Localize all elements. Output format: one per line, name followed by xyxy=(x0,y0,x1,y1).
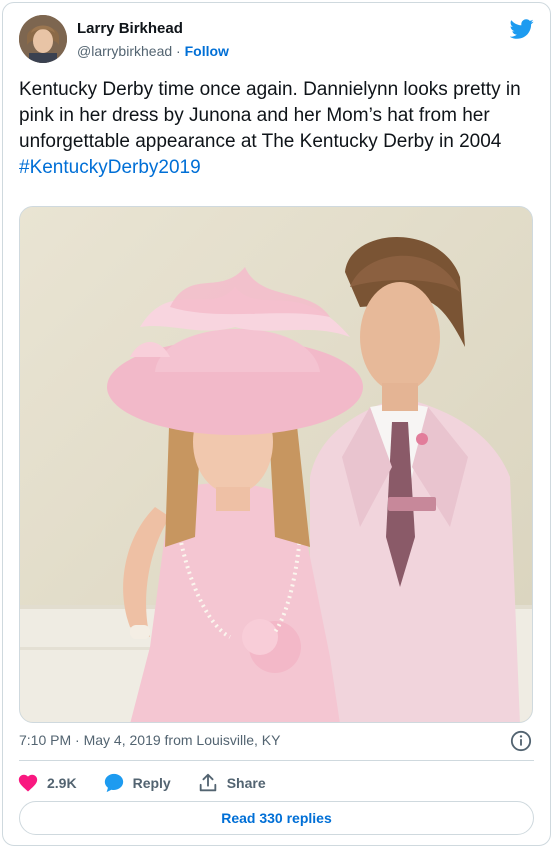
divider xyxy=(19,760,534,761)
reply-button[interactable]: Reply xyxy=(103,772,171,794)
avatar-image xyxy=(19,15,67,63)
share-icon xyxy=(199,773,216,792)
tweet-location: from Louisville, KY xyxy=(164,732,281,748)
author-name[interactable]: Larry Birkhead xyxy=(77,20,183,37)
like-count: 2.9K xyxy=(47,775,77,791)
share-button[interactable]: Share xyxy=(197,772,266,794)
tweet-body: Kentucky Derby time once again. Danniely… xyxy=(19,79,521,152)
reply-bubble-icon xyxy=(104,773,123,793)
author-handle-row: @larrybirkhead · Follow xyxy=(77,43,229,59)
photo-illustration xyxy=(20,207,532,722)
tweet-card: Larry Birkhead @larrybirkhead · Follow K… xyxy=(2,2,551,846)
meta-separator: · xyxy=(75,732,80,748)
tweet-photo[interactable] xyxy=(19,206,533,723)
share-label: Share xyxy=(226,775,266,791)
read-replies-button[interactable]: Read 330 replies xyxy=(19,801,534,835)
like-button[interactable]: 2.9K xyxy=(17,772,77,794)
reply-label: Reply xyxy=(132,775,171,791)
heart-icon xyxy=(18,774,38,792)
tweet-meta: 7:10 PM · May 4, 2019 from Louisville, K… xyxy=(19,732,280,748)
tweet-time[interactable]: 7:10 PM xyxy=(19,732,71,748)
author-handle[interactable]: @larrybirkhead xyxy=(77,43,172,59)
action-bar: 2.9K Reply Share xyxy=(17,771,292,795)
hashtag-link[interactable]: #KentuckyDerby2019 xyxy=(19,155,539,181)
tweet-date[interactable]: May 4, 2019 xyxy=(84,732,161,748)
follow-link[interactable]: Follow xyxy=(185,43,229,59)
tweet-text-block: Kentucky Derby time once again. Danniely… xyxy=(19,77,539,181)
handle-separator: · xyxy=(176,43,181,59)
avatar[interactable] xyxy=(19,15,67,63)
twitter-bird-icon[interactable] xyxy=(510,17,534,41)
info-icon[interactable] xyxy=(510,730,532,752)
